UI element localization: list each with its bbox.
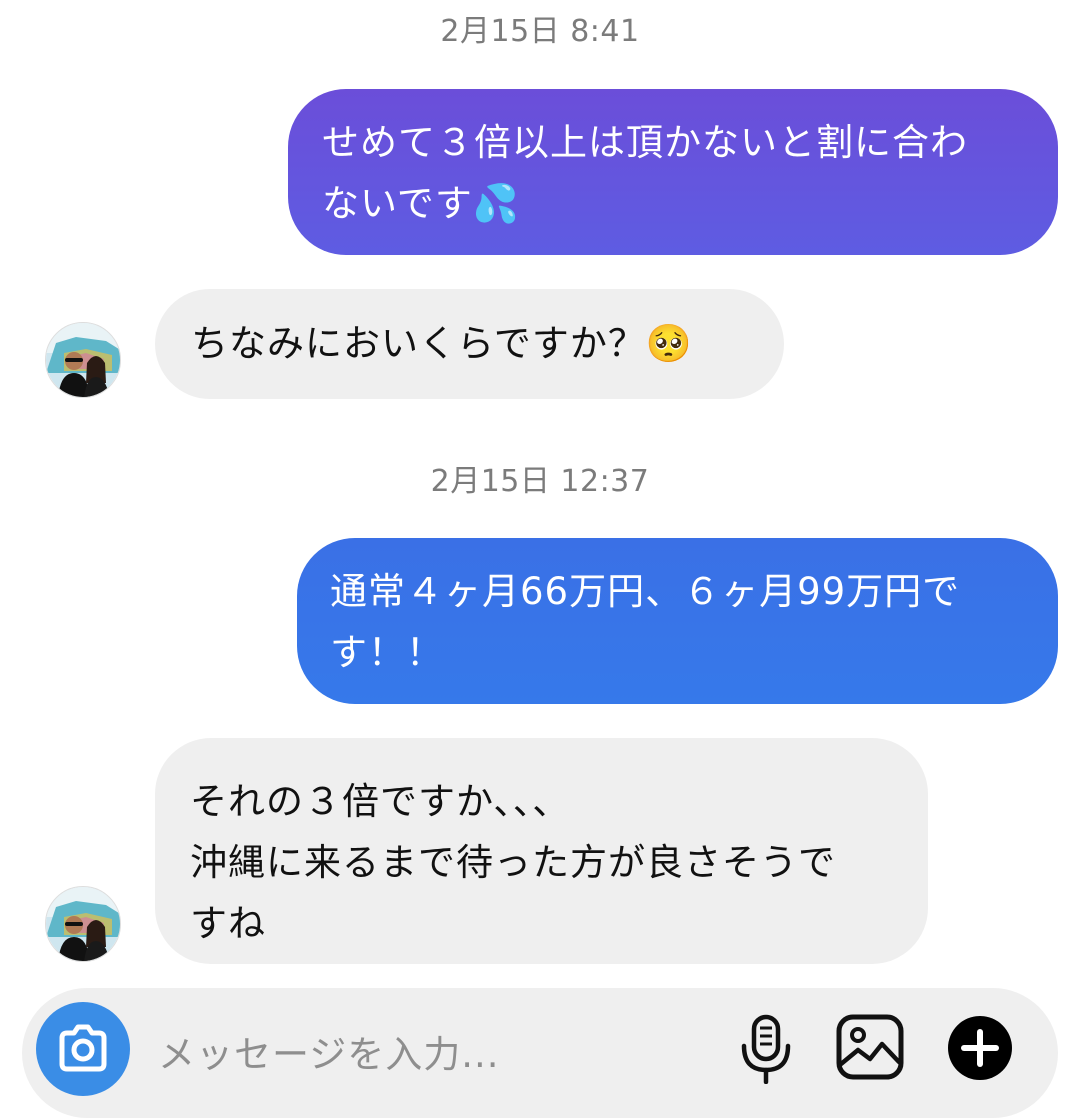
image-icon[interactable] bbox=[836, 1014, 904, 1080]
plus-icon[interactable] bbox=[946, 1014, 1014, 1082]
avatar[interactable] bbox=[45, 322, 121, 398]
message-line: 通常４ヶ月66万円、６ヶ月99万円で bbox=[330, 570, 961, 613]
outgoing-message[interactable]: 通常４ヶ月66万円、６ヶ月99万円で す！！ bbox=[297, 538, 1058, 704]
message-composer: メッセージを入力... bbox=[22, 988, 1058, 1118]
timestamp: 2月15日 8:41 bbox=[440, 14, 640, 49]
message-line: せめて３倍以上は頂かないと割に合わ bbox=[322, 121, 968, 164]
microphone-icon[interactable] bbox=[738, 1014, 794, 1084]
message-line: 沖縄に来るまで待った方が良さそうで bbox=[190, 841, 836, 884]
message-line: す！！ bbox=[330, 631, 444, 674]
outgoing-message[interactable]: せめて３倍以上は頂かないと割に合わ ないです💦 bbox=[288, 89, 1058, 255]
message-line: ないです💦 bbox=[322, 182, 520, 225]
timestamp: 2月15日 12:37 bbox=[430, 464, 650, 499]
message-line: ちなみにおいくらですか？🥺 bbox=[191, 322, 693, 365]
incoming-message[interactable]: それの３倍ですか、、、 沖縄に来るまで待った方が良さそうで すね bbox=[155, 738, 928, 964]
message-line: それの３倍ですか、、、 bbox=[190, 780, 571, 823]
message-line: すね bbox=[190, 902, 266, 945]
incoming-message[interactable]: ちなみにおいくらですか？🥺 bbox=[155, 289, 784, 399]
camera-icon bbox=[59, 1024, 107, 1072]
avatar[interactable] bbox=[45, 886, 121, 962]
message-input[interactable]: メッセージを入力... bbox=[158, 1024, 500, 1078]
camera-button[interactable] bbox=[36, 1002, 130, 1096]
